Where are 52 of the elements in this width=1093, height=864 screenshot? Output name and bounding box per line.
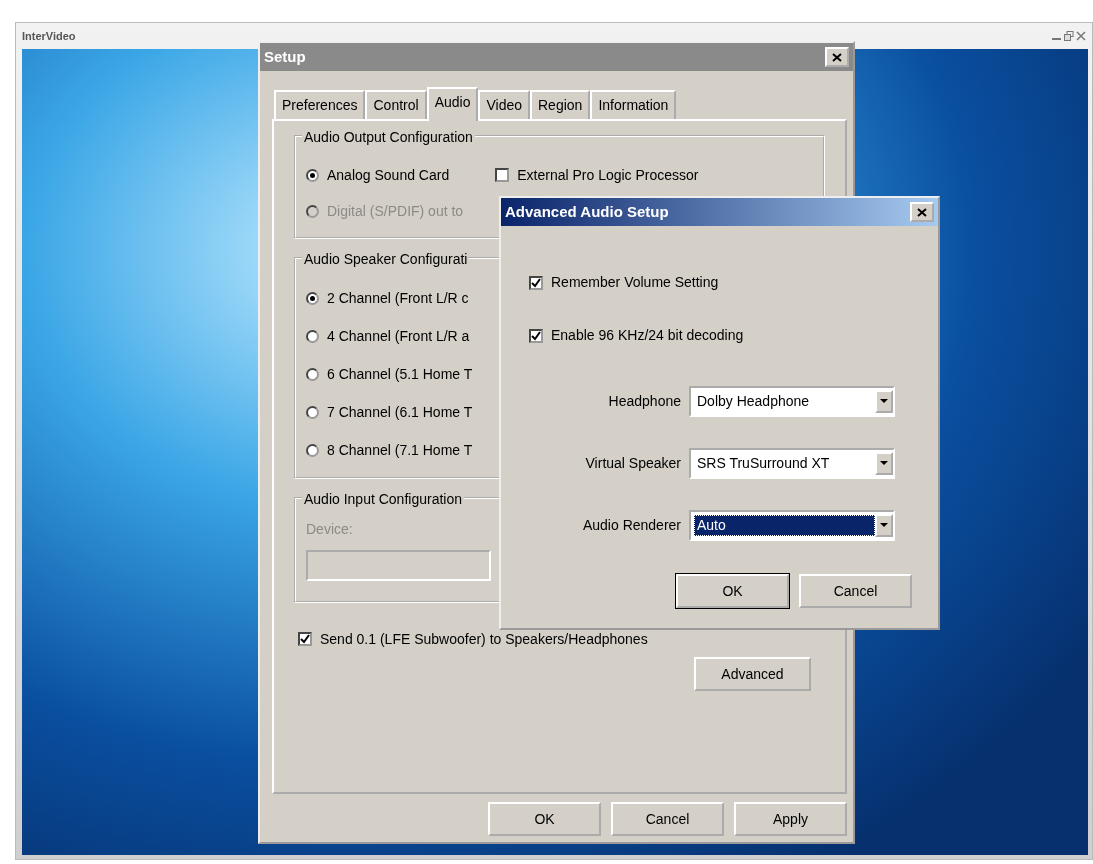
option-label: 2 Channel (Front L/R c bbox=[327, 288, 469, 308]
radio-button[interactable] bbox=[306, 443, 319, 457]
dialog-button[interactable]: Apply bbox=[734, 802, 847, 836]
tab[interactable]: Video bbox=[478, 90, 530, 119]
checkbox-label: External Pro Logic Processor bbox=[517, 165, 699, 185]
close-button[interactable] bbox=[825, 47, 849, 67]
checkbox[interactable] bbox=[529, 328, 543, 343]
caret-icon bbox=[880, 460, 888, 466]
option-label: 7 Channel (6.1 Home T bbox=[327, 402, 473, 422]
caret-icon bbox=[880, 522, 888, 528]
radio-button[interactable] bbox=[306, 168, 319, 182]
checkbox[interactable] bbox=[495, 168, 510, 182]
device-label: Device: bbox=[306, 520, 353, 539]
tab[interactable]: Preferences bbox=[274, 90, 366, 119]
caret-icon bbox=[880, 398, 888, 404]
window-title: Advanced Audio Setup bbox=[505, 201, 669, 222]
checkbox[interactable] bbox=[529, 275, 543, 290]
option-label: 4 Channel (Front L/R a bbox=[327, 326, 470, 346]
option-label: Digital (S/PDIF) out to bbox=[327, 201, 464, 221]
dialog-button[interactable]: Cancel bbox=[799, 574, 912, 608]
tab[interactable]: Region bbox=[530, 90, 591, 119]
field-label: Audio Renderer bbox=[581, 515, 681, 535]
radio-button[interactable] bbox=[306, 405, 319, 419]
radio-button[interactable] bbox=[306, 329, 319, 343]
radio-button[interactable] bbox=[306, 367, 319, 381]
dialog-button[interactable]: OK bbox=[676, 574, 789, 608]
close-icon bbox=[832, 52, 842, 62]
checkbox-label: Send 0.1 (LFE Subwoofer) to Speakers/Headphones bbox=[320, 629, 648, 649]
tab[interactable]: Audio bbox=[426, 87, 479, 121]
window-title: Setup bbox=[264, 46, 306, 67]
dropdown[interactable]: SRS TruSurround XT bbox=[689, 447, 895, 479]
restore-icon[interactable] bbox=[1064, 31, 1074, 41]
close-icon bbox=[917, 207, 927, 217]
advanced-button[interactable]: Advanced bbox=[694, 657, 811, 691]
option-label: 6 Channel (5.1 Home T bbox=[327, 364, 473, 384]
tab[interactable]: Information bbox=[590, 90, 677, 119]
option-label: Analog Sound Card bbox=[327, 165, 450, 185]
close-button[interactable] bbox=[910, 202, 934, 222]
radio-button[interactable] bbox=[306, 291, 319, 305]
dropdown[interactable]: Dolby Headphone bbox=[689, 385, 895, 417]
option-label: 8 Channel (7.1 Home T bbox=[327, 440, 473, 460]
tab[interactable]: Control bbox=[365, 90, 427, 119]
checkbox-label: Remember Volume Setting bbox=[551, 273, 719, 292]
dialog-button[interactable]: Cancel bbox=[611, 802, 724, 836]
checkbox-label: Enable 96 KHz/24 bit decoding bbox=[551, 326, 744, 345]
checkbox[interactable] bbox=[298, 632, 312, 646]
dialog-button[interactable]: OK bbox=[488, 802, 601, 836]
close-icon[interactable] bbox=[1076, 31, 1086, 41]
field-label: Virtual Speaker bbox=[584, 453, 681, 473]
app-logo: InterVideo bbox=[22, 28, 76, 44]
dropdown[interactable]: Auto bbox=[689, 509, 895, 541]
field-label: Headphone bbox=[607, 391, 681, 411]
